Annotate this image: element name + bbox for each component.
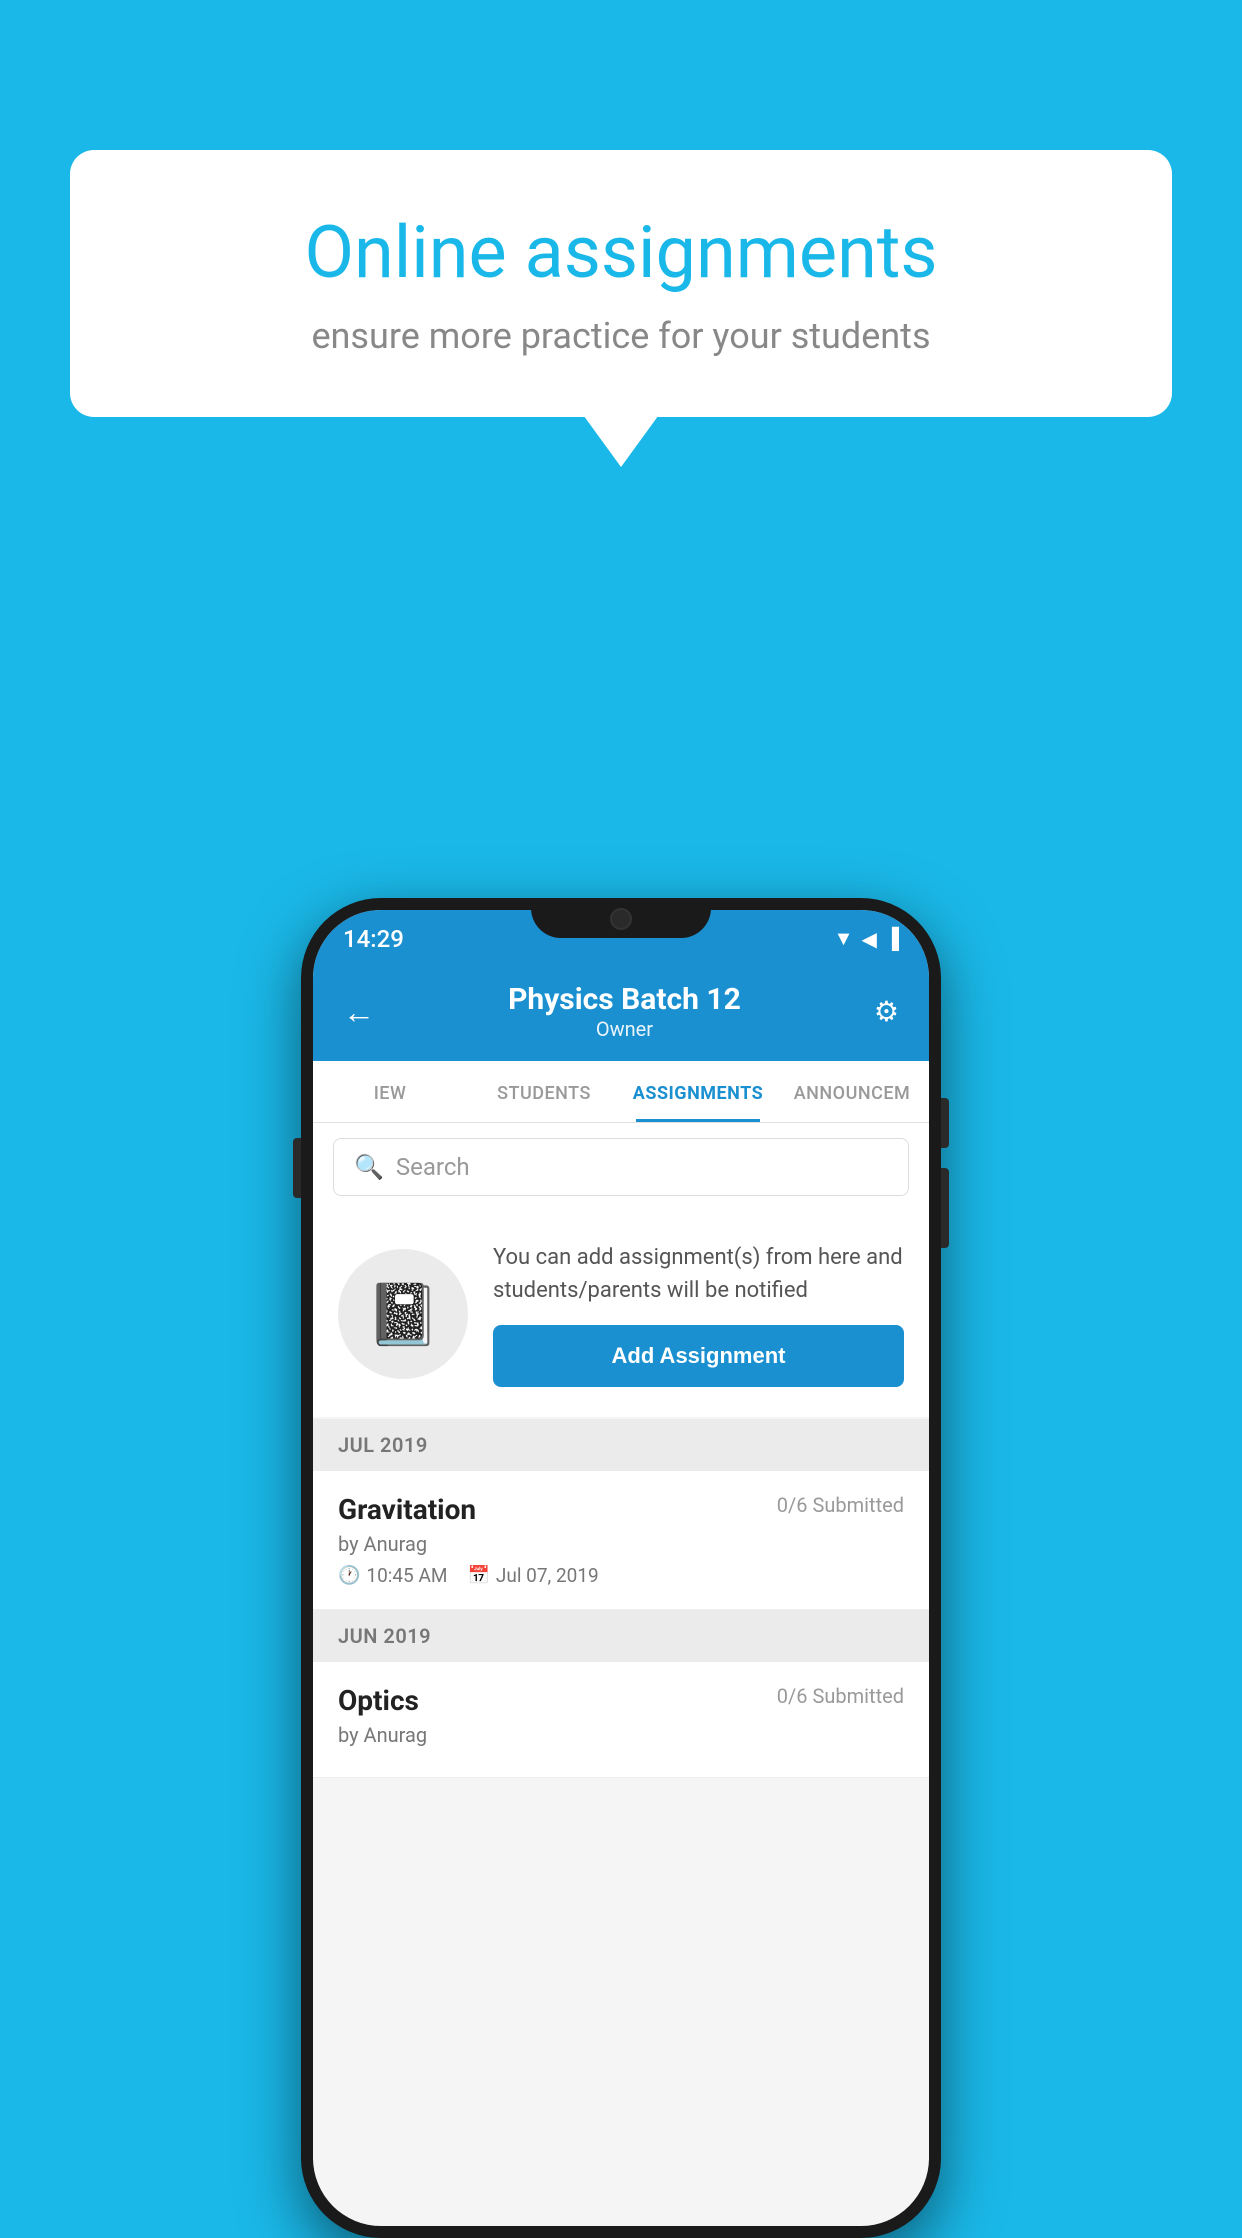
assignment-top-optics: Optics 0/6 Submitted: [338, 1684, 904, 1717]
signal-icon: ◀: [861, 927, 876, 951]
assignment-time: 10:45 AM: [366, 1564, 447, 1587]
assignment-item-optics[interactable]: Optics 0/6 Submitted by Anurag: [313, 1662, 929, 1778]
assignment-meta: 🕐 10:45 AM 📅 Jul 07, 2019: [338, 1564, 904, 1587]
assignment-submitted: 0/6 Submitted: [777, 1493, 904, 1517]
phone-camera: [610, 908, 632, 930]
phone-frame: 14:29 ▼ ◀ ▐ ← Physics Batch 12 Owner ⚙ I…: [301, 898, 941, 2238]
assignment-item-gravitation[interactable]: Gravitation 0/6 Submitted by Anurag 🕐 10…: [313, 1471, 929, 1610]
volume-button-right: [941, 1168, 949, 1248]
tab-assignments[interactable]: ASSIGNMENTS: [621, 1061, 775, 1122]
volume-button: [293, 1138, 301, 1198]
assignment-title-optics: Optics: [338, 1684, 419, 1717]
phone-outer: 14:29 ▼ ◀ ▐ ← Physics Batch 12 Owner ⚙ I…: [301, 898, 941, 2238]
meta-time: 🕐 10:45 AM: [338, 1564, 447, 1587]
tab-bar: IEW STUDENTS ASSIGNMENTS ANNOUNCEM: [313, 1061, 929, 1123]
search-container: 🔍 Search: [313, 1123, 929, 1211]
bubble-subtitle: ensure more practice for your students: [140, 315, 1102, 357]
tab-announcements[interactable]: ANNOUNCEM: [775, 1061, 929, 1122]
status-icons: ▼ ◀ ▐: [834, 926, 899, 951]
header-center: Physics Batch 12 Owner: [508, 982, 741, 1041]
assignment-date: Jul 07, 2019: [496, 1564, 599, 1587]
assignment-submitted-optics: 0/6 Submitted: [777, 1684, 904, 1708]
speech-bubble: Online assignments ensure more practice …: [70, 150, 1172, 417]
notebook-icon: 📓: [366, 1279, 441, 1350]
battery-icon: ▐: [885, 926, 899, 951]
status-time: 14:29: [343, 925, 404, 953]
calendar-icon: 📅: [467, 1565, 489, 1586]
clock-icon: 🕐: [338, 1565, 360, 1586]
settings-icon[interactable]: ⚙: [874, 995, 899, 1028]
bubble-title: Online assignments: [140, 210, 1102, 295]
screen-content: 🔍 Search 📓 You can add assignment(s) fro…: [313, 1123, 929, 2226]
phone-screen: 14:29 ▼ ◀ ▐ ← Physics Batch 12 Owner ⚙ I…: [313, 910, 929, 2226]
assignment-title: Gravitation: [338, 1493, 476, 1526]
assignment-by-optics: by Anurag: [338, 1723, 904, 1747]
header-title: Physics Batch 12: [508, 982, 741, 1017]
header-subtitle: Owner: [508, 1017, 741, 1041]
promo-section: 📓 You can add assignment(s) from here an…: [313, 1211, 929, 1417]
search-icon: 🔍: [354, 1153, 384, 1181]
promo-icon-circle: 📓: [338, 1249, 468, 1379]
power-button: [941, 1098, 949, 1148]
search-placeholder: Search: [396, 1153, 470, 1181]
app-header: ← Physics Batch 12 Owner ⚙: [313, 962, 929, 1061]
assignment-by: by Anurag: [338, 1532, 904, 1556]
back-button[interactable]: ←: [343, 993, 375, 1031]
promo-text: You can add assignment(s) from here and …: [493, 1241, 904, 1307]
add-assignment-button[interactable]: Add Assignment: [493, 1325, 904, 1387]
meta-date: 📅 Jul 07, 2019: [467, 1564, 598, 1587]
promo-content: You can add assignment(s) from here and …: [493, 1241, 904, 1387]
tab-iew[interactable]: IEW: [313, 1061, 467, 1122]
section-header-jun: JUN 2019: [313, 1610, 929, 1662]
search-bar[interactable]: 🔍 Search: [333, 1138, 909, 1196]
phone-notch: [531, 898, 711, 938]
wifi-icon: ▼: [834, 926, 854, 951]
section-header-jul: JUL 2019: [313, 1419, 929, 1471]
tab-students[interactable]: STUDENTS: [467, 1061, 621, 1122]
speech-bubble-container: Online assignments ensure more practice …: [70, 150, 1172, 417]
assignment-top: Gravitation 0/6 Submitted: [338, 1493, 904, 1526]
